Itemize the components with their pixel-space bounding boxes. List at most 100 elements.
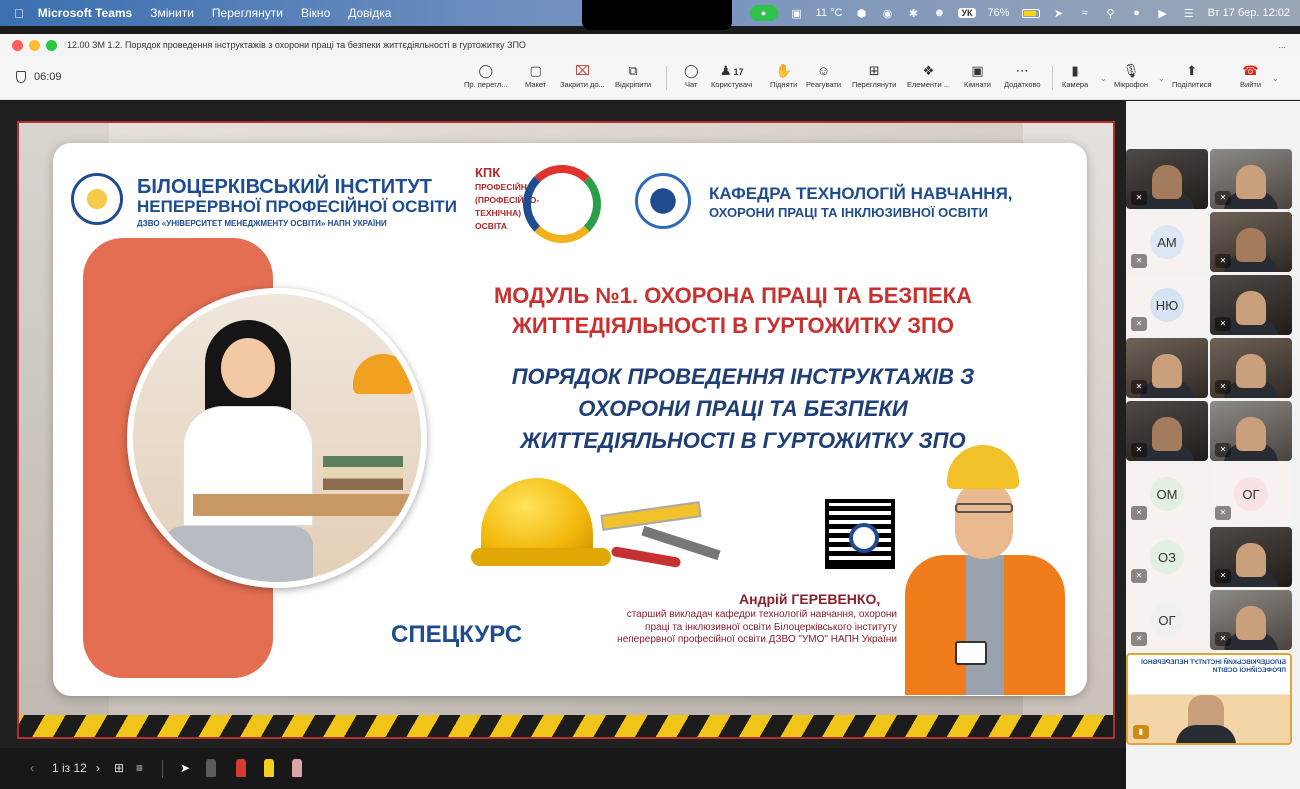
close-window-button[interactable]	[12, 39, 23, 51]
participant-tile[interactable]: ОГ ✕	[1126, 590, 1208, 650]
participant-tile[interactable]: ✕	[1210, 401, 1292, 461]
airdrop-icon[interactable]: ➤	[1052, 6, 1066, 20]
pen-red-icon[interactable]	[236, 759, 246, 777]
people-button[interactable]: ♟ 17 Користувачі	[711, 62, 752, 89]
participant-tile[interactable]: АМ ✕	[1126, 212, 1208, 272]
woman-skirt	[163, 526, 313, 582]
view-button[interactable]: ⊞ Переглянути	[852, 62, 896, 89]
camera-icon: ▮	[1071, 63, 1079, 78]
participant-tile[interactable]: ОЗ ✕	[1126, 527, 1208, 587]
lamp-illustration	[353, 354, 413, 394]
mic-icon: 🎙	[1122, 63, 1140, 78]
mic-muted-icon: ✕	[1131, 506, 1147, 520]
mic-muted-icon: ✕	[1131, 632, 1147, 646]
weather-temp[interactable]: 11 °C	[816, 7, 843, 19]
settings-sliders-icon[interactable]: ≡	[136, 761, 143, 775]
keyboard-layout[interactable]: УК	[958, 8, 976, 18]
mic-options-chevron-icon[interactable]: ⌄	[1158, 74, 1165, 83]
presenter-view-button[interactable]: ◯ Пр. перегл...	[464, 62, 508, 89]
participant-tile[interactable]: ОМ ✕	[1126, 464, 1208, 524]
camera-button[interactable]: ▮ Камера	[1062, 62, 1088, 89]
participant-tile[interactable]: ✕	[1210, 212, 1292, 272]
institute-name-line2: НЕПЕРЕРВНОЇ ПРОФЕСІЙНОЇ ОСВІТИ	[137, 197, 458, 216]
speckurs-label: СПЕЦКУРС	[391, 621, 523, 648]
wifi-icon[interactable]: ≈	[1078, 6, 1092, 20]
participant-tile[interactable]: ✕	[1210, 275, 1292, 335]
unpin-button[interactable]: ⧉ Відкріпити	[615, 62, 651, 89]
highlighter-yellow-icon[interactable]	[264, 759, 274, 777]
toolbar-divider	[1052, 66, 1053, 90]
avatar: ОГ	[1234, 477, 1268, 511]
participant-tile[interactable]: ✕	[1126, 338, 1208, 398]
next-slide-button[interactable]: ›	[96, 761, 100, 775]
menu-window[interactable]: Вікно	[301, 6, 330, 20]
mic-muted-icon: ✕	[1215, 506, 1231, 520]
more-button[interactable]: ⋯ Додатково	[1004, 62, 1041, 89]
participant-tile[interactable]: ✕	[1210, 590, 1292, 650]
participant-person	[1236, 354, 1266, 388]
meeting-duration: 06:09	[34, 71, 62, 83]
share-icon: ⬆	[1186, 63, 1198, 78]
grid-view-icon[interactable]: ⊞	[114, 761, 124, 775]
extension-icon[interactable]: ●	[1130, 6, 1144, 20]
leave-options-chevron-icon[interactable]: ⌄	[1272, 74, 1279, 83]
microphone-button[interactable]: 🎙 Мікрофон	[1114, 62, 1148, 89]
minimize-window-button[interactable]	[29, 39, 40, 51]
skype-icon[interactable]: ◉	[880, 6, 894, 20]
books-illustration	[323, 456, 403, 490]
share-button[interactable]: ⬆ Поділитися	[1172, 62, 1211, 89]
smile-icon: ☺	[816, 63, 831, 78]
camera-in-use-icon[interactable]: ●	[749, 5, 778, 21]
mic-muted-icon: ✕	[1131, 380, 1147, 394]
toolbar-divider	[666, 66, 667, 90]
tools-image	[591, 501, 721, 578]
hard-hat-brim	[471, 548, 611, 566]
participant-tile[interactable]: ✕	[1126, 149, 1208, 209]
control-center-icon[interactable]: ☰	[1182, 6, 1196, 20]
participant-tile[interactable]: ✕	[1210, 527, 1292, 587]
menu-view[interactable]: Переглянути	[212, 6, 283, 20]
menu-edit[interactable]: Змінити	[150, 6, 194, 20]
participant-tile[interactable]: ✕	[1210, 338, 1292, 398]
worker-photo	[903, 445, 1103, 695]
screen-record-icon[interactable]: ▣	[790, 6, 804, 20]
participant-tile[interactable]: ✕	[1126, 401, 1208, 461]
search-icon[interactable]: ⚲	[1104, 6, 1118, 20]
pointer-tool-icon[interactable]: ➤	[180, 761, 190, 775]
window-more-icon[interactable]: ...	[1278, 40, 1286, 50]
mic-muted-icon: ✕	[1131, 317, 1147, 331]
institute-logo-icon	[71, 173, 123, 225]
participant-tile[interactable]: НЮ ✕	[1126, 275, 1208, 335]
camera-options-chevron-icon[interactable]: ⌄	[1100, 74, 1107, 83]
close-content-button[interactable]: ⌧ Закрити до...	[560, 62, 605, 89]
raise-hand-button[interactable]: ✋ Підняти	[770, 62, 797, 89]
more-icon: ⋯	[1015, 63, 1029, 78]
datetime[interactable]: Вт 17 бер. 12:02	[1208, 7, 1290, 19]
battery-icon[interactable]	[1021, 8, 1040, 18]
participant-tile[interactable]: ✕	[1210, 149, 1292, 209]
hand-icon: ✋	[775, 63, 792, 78]
presenter-tile[interactable]: БІЛОЦЕРКІВСЬКИЙ ІНСТИТУТ НЕПЕРЕРВНОЇ ПРО…	[1126, 653, 1292, 745]
leave-icon: ☎	[1242, 63, 1259, 78]
leave-button[interactable]: ☎ Вийти	[1240, 62, 1261, 89]
play-icon[interactable]: ▶	[1156, 6, 1170, 20]
previous-slide-button[interactable]: ‹	[30, 761, 34, 775]
user-icon[interactable]: ☻	[932, 6, 946, 20]
menu-help[interactable]: Довідка	[348, 6, 391, 20]
participant-tile[interactable]: ОГ ✕	[1210, 464, 1292, 524]
apple-icon[interactable]: 	[14, 6, 24, 21]
rooms-button[interactable]: ▣ Кімнати	[964, 62, 991, 89]
menu-app-name[interactable]: Microsoft Teams	[38, 6, 132, 20]
eraser-icon[interactable]	[292, 759, 302, 777]
pen-grey-icon[interactable]	[206, 759, 216, 777]
avatar: НЮ	[1150, 288, 1184, 322]
chat-button[interactable]: ◯ Чат	[684, 62, 699, 89]
apps-button[interactable]: ❖ Елементи ...	[907, 62, 950, 89]
meeting-toolbar: 06:09 ◯ Пр. перегл... ▢ Макет ⌧ Закрити …	[0, 56, 1300, 100]
react-button[interactable]: ☺ Реагувати	[806, 62, 841, 89]
layout-button[interactable]: ▢ Макет	[525, 62, 546, 89]
vpn-icon[interactable]: ⬢	[854, 6, 868, 20]
zoom-window-button[interactable]	[46, 39, 57, 51]
participant-person	[1236, 165, 1266, 199]
bluetooth-icon[interactable]: ✱	[906, 6, 920, 20]
